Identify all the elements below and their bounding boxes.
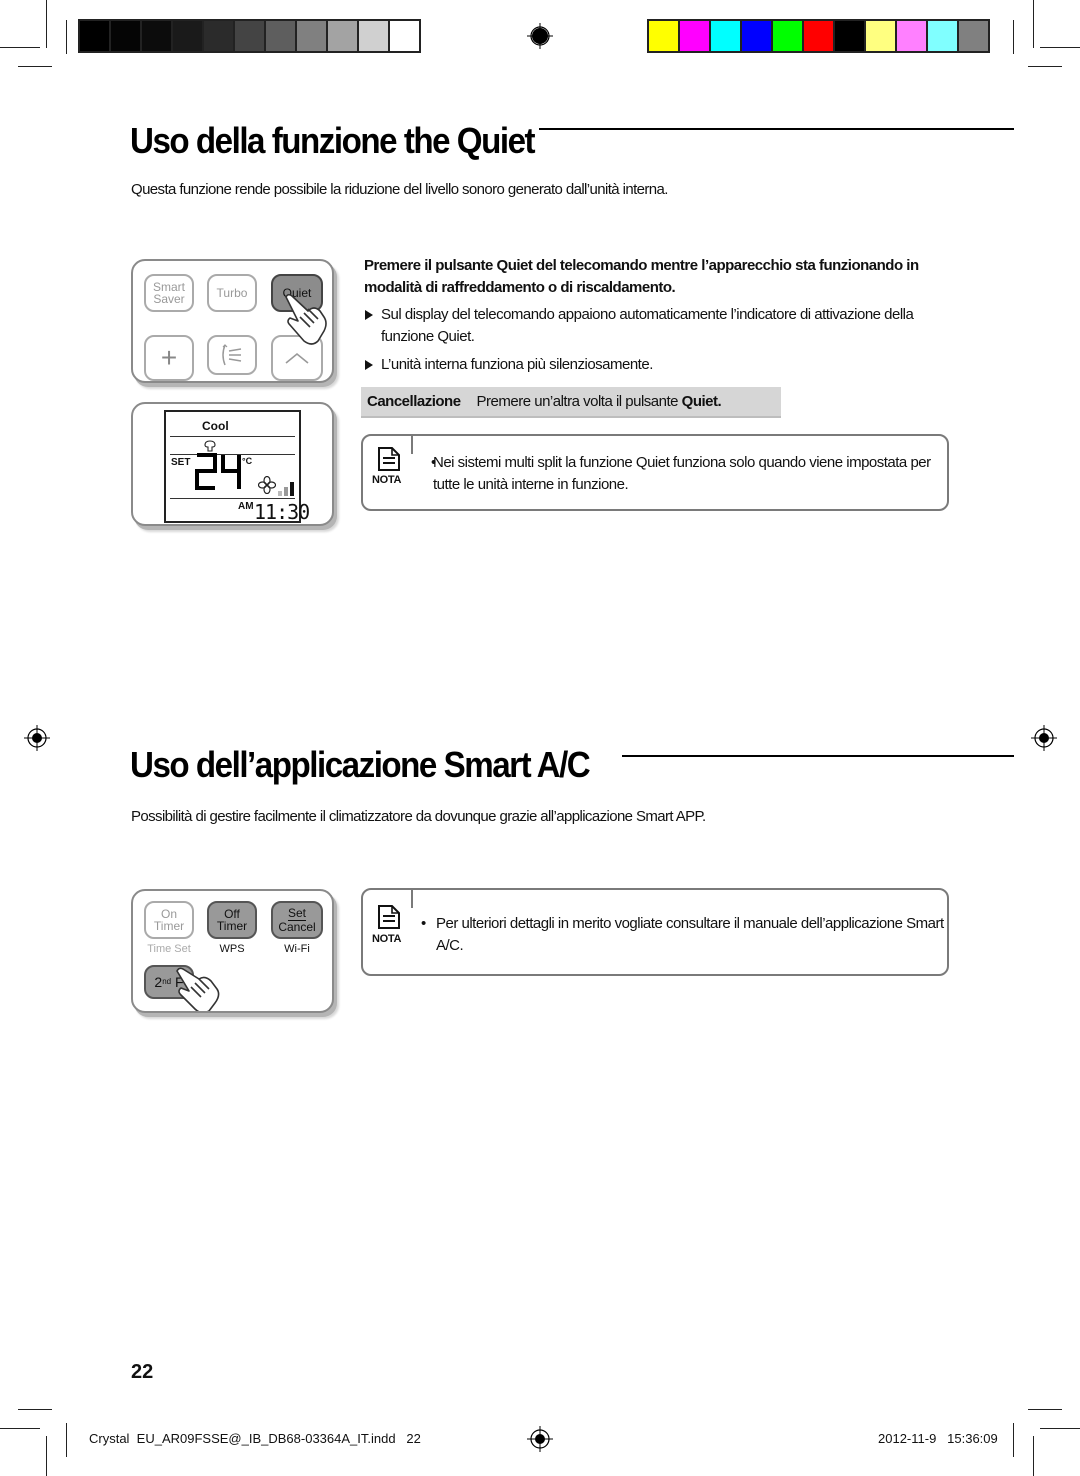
grayscale-swatch: [266, 21, 295, 51]
time-set-label: Time Set: [147, 943, 191, 955]
grayscale-swatch: [111, 21, 140, 51]
remote-buttons-panel-quiet: Smart Saver Turbo Quiet +: [131, 259, 334, 383]
grayscale-swatch: [80, 21, 109, 51]
color-swatch: [773, 21, 802, 51]
registration-mark-top-icon: [527, 23, 553, 49]
set-temperature: [194, 452, 246, 497]
color-swatch: [680, 21, 709, 51]
pressing-hand-icon: [176, 967, 220, 1011]
quiet-bullet-2: L’unità interna funziona più silenziosam…: [381, 356, 653, 373]
remote-display-panel: Cool SET °C AM 11:30: [131, 402, 334, 526]
smart-saver-button[interactable]: Smart Saver: [144, 274, 194, 312]
page-number: 22: [131, 1361, 154, 1383]
registration-mark-left-icon: [24, 725, 50, 751]
registration-mark-right-icon: [1031, 725, 1057, 751]
note-box-smart: NOTA • Per ulteriori dettagli in merito …: [361, 888, 949, 976]
color-swatch: [742, 21, 771, 51]
note-label: NOTA: [372, 933, 402, 945]
fan-speed-bars: [278, 482, 294, 496]
wifi-label: Wi-Fi: [284, 943, 310, 955]
note-text-quiet: Nei sistemi multi split la funzione Quie…: [433, 454, 931, 493]
swing-button[interactable]: [207, 335, 257, 375]
color-swatch: [928, 21, 957, 51]
intro-text-quiet: Questa funzione rende possibile la riduz…: [131, 181, 668, 198]
color-swatch: [866, 21, 895, 51]
grayscale-color-bar: [78, 19, 421, 53]
set-cancel-button[interactable]: Set Cancel: [271, 901, 323, 939]
section-title-quiet: Uso della funzione the Quiet: [130, 120, 536, 161]
turbo-button[interactable]: Turbo: [207, 274, 257, 312]
clock-time: 11:30: [254, 500, 310, 524]
grayscale-swatch: [173, 21, 202, 51]
wps-label: WPS: [219, 943, 245, 955]
note-document-icon: [378, 905, 400, 929]
pressing-hand-icon: [285, 293, 327, 345]
title-rule-smart: [622, 755, 1014, 757]
note-label: NOTA: [372, 474, 402, 486]
on-timer-button[interactable]: On Timer: [144, 901, 194, 939]
cancel-instruction-bar: Cancellazione Premere un’altra volta il …: [361, 387, 781, 418]
quiet-instruction: Premere il pulsante Quiet del telecomand…: [364, 257, 919, 296]
bullet-arrow-icon: [365, 310, 373, 320]
note-text-smart: Per ulteriori dettagli in merito vogliat…: [436, 915, 944, 954]
chevron-up-icon: [285, 352, 309, 364]
air-swing-icon: [222, 344, 242, 366]
grayscale-swatch: [235, 21, 264, 51]
ampm-label: AM: [238, 501, 254, 512]
lcd-display: Cool SET °C AM 11:30: [164, 410, 310, 524]
process-color-bar: [647, 19, 990, 53]
color-swatch: [649, 21, 678, 51]
section-title-smart: Uso dell’applicazione Smart A/C: [130, 744, 591, 785]
color-swatch: [711, 21, 740, 51]
cancel-quiet-keyword: Quiet.: [681, 393, 722, 410]
color-swatch: [804, 21, 833, 51]
note-bullet: •: [421, 915, 426, 932]
intro-text-smart: Possibilità di gestire facilmente il cli…: [131, 808, 706, 825]
note-box-quiet: NOTA • Nei sistemi multi split la funzio…: [361, 434, 949, 511]
color-swatch: [897, 21, 926, 51]
off-timer-button[interactable]: Off Timer: [207, 901, 257, 939]
footer-timestamp: 2012-11-9 15:36:09: [878, 1431, 998, 1446]
footer-file-info: Crystal EU_AR09FSSE@_IB_DB68-03364A_IT.i…: [89, 1431, 421, 1446]
set-label: SET: [171, 457, 191, 468]
temperature-digits: [195, 453, 241, 490]
grayscale-swatch: [297, 21, 326, 51]
quiet-bullet-1: Sul display del telecomando appaiono aut…: [381, 306, 914, 345]
note-document-icon: [378, 447, 400, 471]
cancel-label: Cancellazione: [367, 393, 461, 410]
remote-buttons-panel-smart: On Timer Time Set Off Timer WPS Set Canc…: [131, 889, 334, 1013]
grayscale-swatch: [204, 21, 233, 51]
title-rule-quiet: [539, 128, 1014, 130]
color-swatch: [835, 21, 864, 51]
color-swatch: [959, 21, 988, 51]
quiet-indicator-icon: [204, 440, 216, 452]
fan-icon: [258, 476, 276, 494]
mode-label: Cool: [202, 419, 229, 433]
plus-button[interactable]: +: [144, 335, 194, 381]
bullet-arrow-icon: [365, 360, 373, 370]
grayscale-swatch: [390, 21, 419, 51]
grayscale-swatch: [359, 21, 388, 51]
grayscale-swatch: [142, 21, 171, 51]
cancel-text: Premere un’altra volta il pulsante: [476, 393, 682, 410]
registration-mark-bottom-icon: [527, 1426, 553, 1452]
grayscale-swatch: [328, 21, 357, 51]
temperature-unit: °C: [242, 456, 253, 466]
